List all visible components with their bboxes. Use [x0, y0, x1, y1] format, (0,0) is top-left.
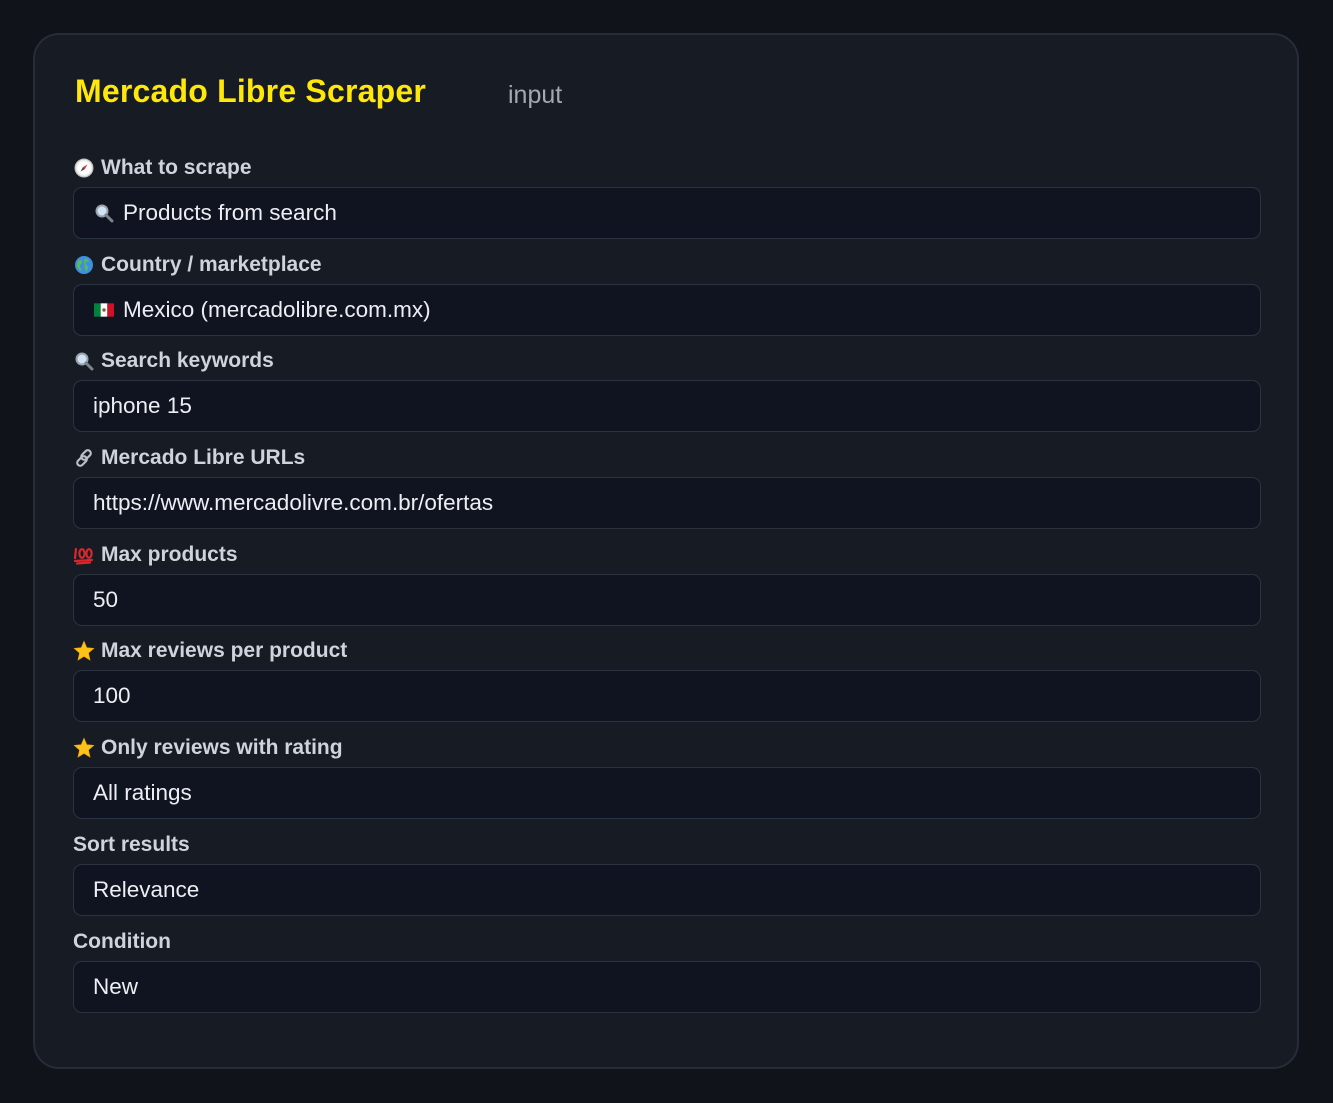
star-icon [73, 737, 95, 759]
field-max-products: Max products 50 [73, 538, 1261, 635]
field-label: Mercado Libre URLs [73, 441, 1261, 475]
field-label: Max reviews per product [73, 634, 1261, 668]
field-what-to-scrape: What to scrape Products from search [73, 151, 1261, 248]
field-sort: Sort results Relevance [73, 828, 1261, 925]
mexico-flag-icon [93, 299, 115, 321]
globe-icon [73, 254, 95, 276]
max-products-input[interactable]: 50 [73, 573, 1261, 626]
field-label: Country / marketplace [73, 248, 1261, 282]
urls-input[interactable]: https://www.mercadolivre.com.br/ofertas [73, 477, 1261, 530]
panel-header: Mercado Libre Scraper input [75, 69, 562, 113]
page-subtitle: input [508, 80, 563, 109]
rating-filter-select[interactable]: All ratings [73, 767, 1261, 820]
max-reviews-input[interactable]: 100 [73, 670, 1261, 723]
field-condition: Condition New [73, 925, 1261, 1022]
hundred-points-icon [73, 544, 95, 566]
country-select[interactable]: Mexico (mercadolibre.com.mx) [73, 283, 1261, 336]
form-fields: What to scrape Products from search Coun… [73, 151, 1261, 1021]
magnifier-icon [73, 350, 95, 372]
compass-icon [73, 157, 95, 179]
input-panel: Mercado Libre Scraper input What to scra… [33, 33, 1299, 1069]
field-urls: Mercado Libre URLs https://www.mercadoli… [73, 441, 1261, 538]
field-label: Condition [73, 929, 171, 953]
search-keywords-input[interactable]: iphone 15 [73, 380, 1261, 433]
field-label: Max products [73, 538, 1261, 572]
field-rating-filter: Only reviews with rating All ratings [73, 731, 1261, 828]
star-icon [73, 640, 95, 662]
link-icon [73, 447, 95, 469]
field-label: Only reviews with rating [73, 731, 1261, 765]
field-max-reviews: Max reviews per product 100 [73, 634, 1261, 731]
field-search-keywords: Search keywords iphone 15 [73, 344, 1261, 441]
field-label: Sort results [73, 832, 190, 856]
field-country: Country / marketplace Mexico (mercadolib… [73, 248, 1261, 345]
condition-select[interactable]: New [73, 960, 1261, 1013]
what-to-scrape-select[interactable]: Products from search [73, 187, 1261, 239]
field-label: Search keywords [73, 344, 1261, 378]
magnifier-icon [93, 202, 115, 224]
sort-select[interactable]: Relevance [73, 863, 1261, 916]
page-title: Mercado Libre Scraper [75, 72, 426, 109]
field-label: What to scrape [73, 151, 1261, 185]
